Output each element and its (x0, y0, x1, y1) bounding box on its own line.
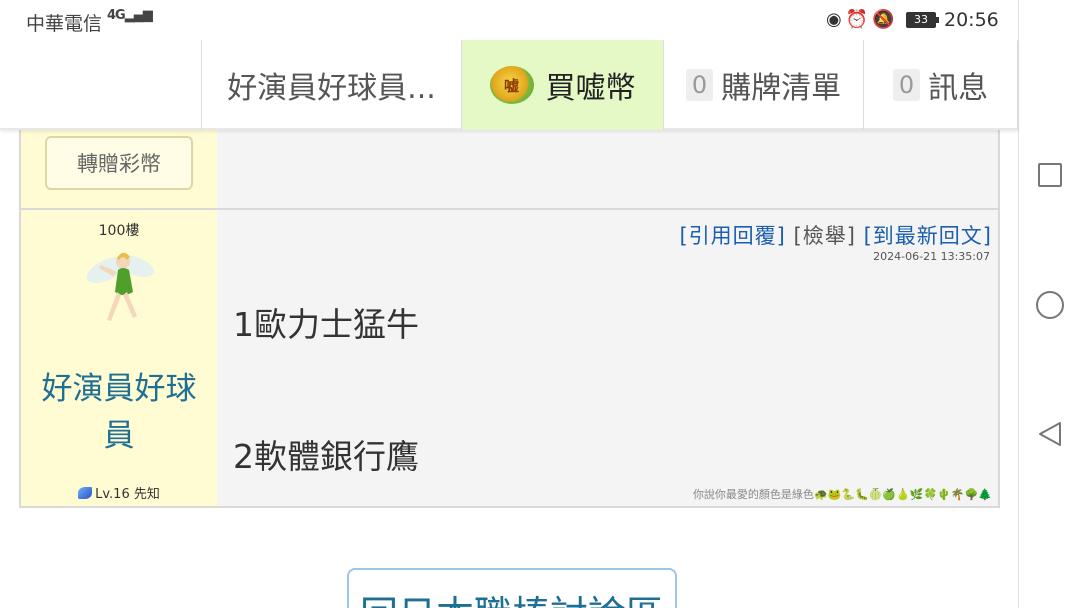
battery-icon: 33 (906, 12, 936, 28)
avatar[interactable] (77, 240, 167, 340)
level-icon (78, 487, 93, 499)
post-author-sidebar: 100樓 好演員好球員 Lv.16 先知 (21, 210, 217, 506)
previous-post: 轉贈彩幣 (19, 120, 1000, 212)
home-icon[interactable] (1036, 291, 1064, 319)
signature-text: 你說你最愛的顏色是綠色 (692, 488, 814, 501)
level-label: Lv.16 先知 (95, 487, 160, 502)
back-icon[interactable] (1036, 420, 1064, 448)
user-signature: 你說你最愛的顏色是綠色🐢🐸🐍🐛🍈🍏🍐🌿🍀🌵🌴🌳🌲 (693, 486, 992, 502)
post-content-line: 1歐力士猛牛 (233, 305, 419, 344)
screen: { "status_bar": { "carrier": "中華電信", "ne… (0, 0, 1080, 608)
latest-reply-link[interactable]: [到最新回文] (864, 224, 992, 248)
clock: 20:56 (944, 9, 999, 31)
purchase-list-button[interactable]: 0 購牌清單 (663, 40, 863, 130)
status-bar: 中華電信 4G▂▄▆ ◉ ⏰ 🔕 33 20:56 (0, 0, 1018, 40)
eye-icon: ◉ (826, 9, 842, 30)
recent-apps-icon[interactable] (1038, 163, 1062, 187)
android-nav-bar (1018, 0, 1080, 608)
gift-coins-button[interactable]: 轉贈彩幣 (45, 136, 193, 190)
messages-label: 訊息 (928, 71, 989, 106)
cart-count-badge: 0 (685, 69, 714, 101)
network-type: 4G (107, 8, 126, 23)
board-title: 好演員好球員... (227, 71, 436, 106)
author-level: Lv.16 先知 (21, 483, 217, 502)
signature-emoji-icons: 🐢🐸🐍🐛🍈🍏🍐🌿🍀🌵🌴🌳🌲 (813, 488, 992, 501)
post-actions: [引用回覆] [檢舉] [到最新回文] (679, 220, 992, 250)
battery-tip (936, 17, 939, 23)
carrier-label: 中華電信 (26, 13, 103, 35)
top-nav: 好演員好球員... 嘘 買嘘幣 0 購牌清單 0 訊息 (0, 40, 1018, 130)
status-icons: ◉ ⏰ 🔕 (826, 9, 899, 30)
messages-button[interactable]: 0 訊息 (863, 40, 1018, 130)
previous-post-sidebar: 轉贈彩幣 (21, 122, 217, 210)
author-username[interactable]: 好演員好球員 (31, 366, 207, 460)
quote-reply-link[interactable]: [引用回覆] (679, 224, 785, 248)
purchase-list-label: 購牌清單 (721, 71, 842, 106)
forum-post: 100樓 好演員好球員 Lv.16 先知 [引用回覆] [檢舉] [到最新回文]… (19, 208, 1000, 508)
buy-coins-label: 買嘘幣 (545, 71, 636, 106)
signal-icon: 4G▂▄▆ (107, 8, 153, 23)
alarm-icon: ⏰ (845, 9, 869, 30)
post-timestamp: 2024-06-21 13:35:07 (873, 250, 990, 263)
back-to-board-button[interactable]: 回日本職棒討論區 (347, 568, 677, 608)
floor-number: 100樓 (98, 223, 140, 239)
board-title-link[interactable]: 好演員好球員... (201, 40, 461, 130)
buy-coins-button[interactable]: 嘘 買嘘幣 (461, 40, 663, 130)
post-content-line: 2軟體銀行鷹 (233, 437, 419, 476)
mute-icon: 🔕 (872, 9, 895, 30)
message-count-badge: 0 (892, 69, 921, 101)
report-link[interactable]: [檢舉] (794, 224, 856, 248)
coin-icon: 嘘 (489, 66, 534, 104)
